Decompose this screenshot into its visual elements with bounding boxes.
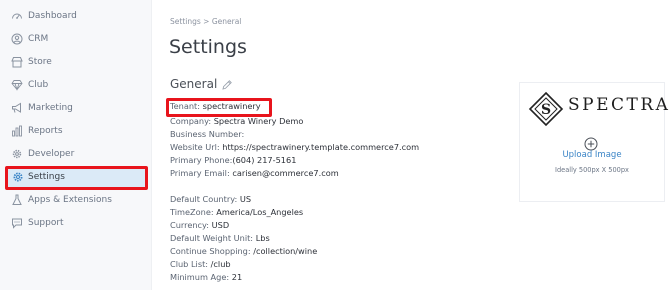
field-label: Currency: [170, 220, 210, 230]
field-continue-shopping: Continue Shopping: /collection/wine [170, 246, 317, 256]
field-label: TimeZone: [170, 207, 214, 217]
sidebar-item-club[interactable]: Club [0, 74, 152, 96]
field-value: https://spectrawinery.template.commerce7… [222, 142, 420, 152]
sidebar: Dashboard CRM Store Club Marketing Repor… [0, 0, 152, 290]
sidebar-item-label: Store [28, 57, 52, 67]
field-value: USD [211, 220, 230, 230]
field-label: Default Country: [170, 194, 238, 204]
sidebar-item-crm[interactable]: CRM [0, 28, 152, 50]
megaphone-icon [11, 102, 23, 114]
sidebar-item-apps-extensions[interactable]: Apps & Extensions [0, 189, 152, 211]
sidebar-item-label: Marketing [28, 103, 73, 113]
company-logo: S SPECTRA [528, 91, 668, 127]
flask-icon [11, 194, 23, 206]
field-value: Spectra Winery Demo [213, 116, 304, 126]
field-label: Minimum Age: [170, 272, 230, 282]
store-icon [11, 56, 23, 68]
settings-highlight-box [5, 166, 148, 190]
field-label: Default Weight Unit: [170, 233, 254, 243]
field-value: Lbs [255, 233, 270, 243]
field-value: (604) 217-5161 [232, 155, 297, 165]
dashboard-icon [11, 10, 23, 22]
sidebar-item-developer[interactable]: Developer [0, 143, 152, 165]
add-circle-icon[interactable] [584, 136, 598, 151]
sidebar-item-label: Dashboard [28, 11, 77, 21]
field-phone: Primary Phone:(604) 217-5161 [170, 155, 296, 165]
field-currency: Currency: USD [170, 220, 229, 230]
breadcrumb: Settings > General [170, 17, 242, 26]
tenant-highlight-box [166, 98, 272, 117]
upload-size-hint: Ideally 500px X 500px [555, 166, 629, 174]
svg-text:S: S [541, 102, 551, 118]
field-label: Club List: [170, 259, 209, 269]
upload-image-link[interactable]: Upload Image [520, 150, 664, 160]
field-value: /collection/wine [253, 246, 318, 256]
sidebar-item-support[interactable]: Support [0, 212, 152, 234]
sidebar-item-label: Club [28, 80, 49, 90]
page-title: Settings [169, 36, 247, 58]
field-club-list: Club List: /club [170, 259, 231, 269]
sidebar-item-label: Developer [28, 149, 75, 159]
sidebar-item-dashboard[interactable]: Dashboard [0, 5, 152, 27]
field-minimum-age: Minimum Age: 21 [170, 272, 242, 282]
field-label: Business Number: [170, 129, 245, 139]
field-company: Company: Spectra Winery Demo [170, 116, 303, 126]
field-website: Website Url: https://spectrawinery.templ… [170, 142, 419, 152]
spectra-logo-mark-icon: S [528, 91, 564, 127]
sidebar-item-label: Apps & Extensions [28, 195, 112, 205]
field-business-number: Business Number: [170, 129, 244, 139]
field-label: Primary Email: [170, 168, 230, 178]
diamond-icon [11, 79, 23, 91]
section-title: General [170, 77, 218, 91]
chat-icon [11, 217, 23, 229]
field-timezone: TimeZone: America/Los_Angeles [170, 207, 303, 217]
sidebar-item-label: Support [28, 218, 64, 228]
sidebar-item-store[interactable]: Store [0, 51, 152, 73]
bar-chart-icon [11, 125, 23, 137]
field-value: 21 [231, 272, 243, 282]
logo-wordmark: SPECTRA [568, 95, 670, 115]
logo-card: S SPECTRA Upload Image Ideally 500px X 5… [519, 82, 668, 202]
user-circle-icon [11, 33, 23, 45]
field-weight-unit: Default Weight Unit: Lbs [170, 233, 270, 243]
field-label: Company: [170, 116, 212, 126]
field-value: US [239, 194, 252, 204]
field-label: Primary Phone: [170, 155, 233, 165]
sidebar-item-label: Reports [28, 126, 63, 136]
field-value: carisen@commerce7.com [232, 168, 339, 178]
field-label: Website Url: [170, 142, 220, 152]
field-country: Default Country: US [170, 194, 251, 204]
field-value: America/Los_Angeles [216, 207, 304, 217]
pencil-icon[interactable] [221, 76, 233, 90]
field-value: /club [210, 259, 231, 269]
field-email: Primary Email: carisen@commerce7.com [170, 168, 339, 178]
field-label: Continue Shopping: [170, 246, 251, 256]
sidebar-item-reports[interactable]: Reports [0, 120, 152, 142]
cog-icon [11, 148, 23, 160]
sidebar-item-marketing[interactable]: Marketing [0, 97, 152, 119]
sidebar-item-label: CRM [28, 34, 49, 44]
